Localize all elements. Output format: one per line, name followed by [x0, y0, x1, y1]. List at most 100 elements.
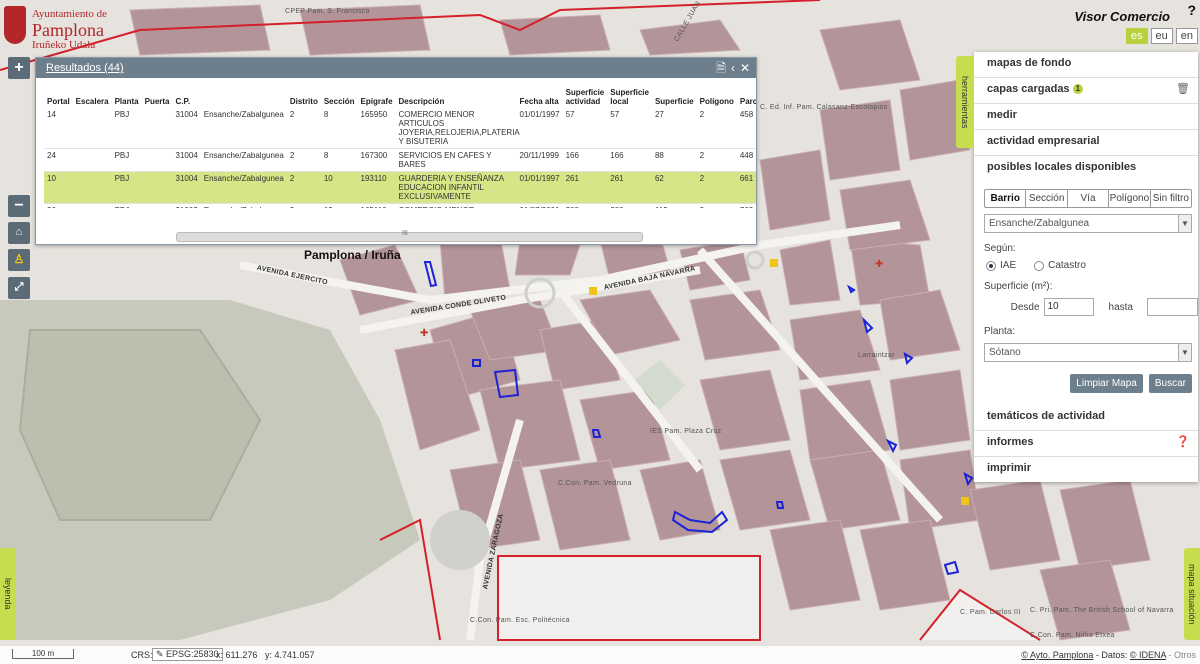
- column-header[interactable]: C.P.: [173, 78, 201, 108]
- section-actividad-empresarial[interactable]: actividad empresarial: [974, 130, 1198, 156]
- home-button[interactable]: ⌂: [8, 222, 30, 244]
- crs-value: EPSG:25830: [166, 649, 219, 659]
- table-row[interactable]: 36PBJ31003Ensanche/Zabalgunea212165110CO…: [44, 203, 756, 208]
- column-header[interactable]: Escalera: [73, 78, 112, 108]
- table-cell: [141, 148, 173, 172]
- table-row[interactable]: 10 PBJ 31004 Ensanche/Zabalgunea 2 10 193110 GU…: [44, 171, 756, 204]
- language-eu[interactable]: eu: [1150, 28, 1173, 44]
- section-mapas-de-fondo[interactable]: mapas de fondo: [974, 52, 1198, 78]
- herramientas-tab[interactable]: herramientas: [956, 56, 974, 148]
- search-button[interactable]: Buscar: [1148, 374, 1192, 393]
- desde-input[interactable]: 10: [1043, 298, 1095, 316]
- table-row[interactable]: 24 PBJ 31004 Ensanche/Zabalgunea 2 8 167300 SER…: [44, 148, 756, 172]
- section-informes[interactable]: informes ❓: [974, 431, 1198, 457]
- table-cell: 8: [320, 108, 358, 149]
- language-es[interactable]: es: [1125, 28, 1148, 44]
- table-cell: 2: [696, 108, 737, 149]
- table-cell: PBJ: [111, 171, 142, 204]
- barrio-select[interactable]: Ensanche/Zabalgunea ▼: [984, 214, 1192, 233]
- collapse-left-icon[interactable]: ‹: [731, 58, 735, 78]
- clear-map-button[interactable]: Limpiar Mapa: [1070, 374, 1143, 393]
- zoom-out-button[interactable]: −: [8, 195, 30, 217]
- column-header[interactable]: Descripción: [396, 78, 517, 108]
- horizontal-scrollbar[interactable]: III: [176, 230, 643, 242]
- column-header[interactable]: Superficie local: [607, 78, 652, 108]
- column-header[interactable]: [201, 78, 287, 108]
- table-header-row: Portal Escalera Planta Puerta C.P. Distrito Se…: [44, 78, 756, 108]
- attribution-otros[interactable]: - Otros: [1166, 650, 1196, 660]
- table-row[interactable]: 14 PBJ 31004 Ensanche/Zabalgunea 2 8 165950 COM…: [44, 108, 756, 149]
- poi-label-politecnica: C.Con. Pam. Esc. Politécnica: [470, 617, 570, 624]
- results-title[interactable]: Resultados (44): [46, 62, 124, 74]
- section-tematicos[interactable]: temáticos de actividad: [974, 405, 1198, 431]
- tab-sin-filtro[interactable]: Sin filtro: [1151, 190, 1191, 207]
- table-cell: Ensanche/Zabalgunea: [200, 171, 287, 204]
- leyenda-tab[interactable]: leyenda: [0, 548, 16, 640]
- filter-tabs: Barrio Sección Vía Polígono Sin filtro: [984, 189, 1192, 208]
- trash-icon[interactable]: 🗑: [1176, 78, 1190, 101]
- zoom-in-button[interactable]: +: [8, 57, 30, 79]
- column-header[interactable]: Fecha alta: [517, 78, 563, 108]
- tab-via[interactable]: Vía: [1068, 190, 1110, 207]
- planta-select[interactable]: Sótano ▼: [984, 343, 1192, 362]
- section-posibles-locales[interactable]: posibles locales disponibles: [974, 156, 1198, 181]
- column-header[interactable]: Distrito: [287, 78, 321, 108]
- column-header[interactable]: Parcela: [737, 78, 756, 108]
- table-cell: 57: [607, 108, 652, 149]
- table-cell: Ensanche/Zabalgunea: [200, 203, 287, 208]
- language-en[interactable]: en: [1175, 28, 1198, 44]
- source-radio-group: IAE Catastro: [986, 260, 1198, 271]
- column-header[interactable]: Polígono: [697, 78, 737, 108]
- city-logo[interactable]: Ayuntamiento de Pamplona Iruñeko Udala: [0, 0, 120, 54]
- mapa-situacion-tab[interactable]: mapa situación: [1184, 548, 1200, 640]
- radio-catastro-label: Catastro: [1048, 260, 1086, 271]
- section-medir[interactable]: medir: [974, 104, 1198, 130]
- column-header[interactable]: Sección: [321, 78, 358, 108]
- table-cell: 448: [736, 148, 756, 172]
- coat-of-arms-icon: [4, 6, 26, 44]
- poi-label-ies-plaza-cruz: IES Pam. Plaza Cruz: [650, 428, 722, 435]
- section-capas-cargadas[interactable]: capas cargadas 1 🗑: [974, 78, 1198, 104]
- table-cell: 10: [320, 171, 358, 204]
- hasta-input[interactable]: [1147, 298, 1198, 316]
- city-label: Pamplona / Iruña: [304, 248, 401, 262]
- table-cell: 2: [286, 108, 321, 149]
- table-cell: 2: [696, 203, 737, 208]
- section-informes-label: informes: [987, 436, 1034, 448]
- radio-iae[interactable]: IAE: [986, 260, 1016, 271]
- radio-catastro[interactable]: Catastro: [1034, 260, 1086, 271]
- logo-line-3: Iruñeko Udala: [32, 39, 96, 51]
- column-header[interactable]: Portal: [44, 78, 73, 108]
- table-cell: 115: [651, 203, 697, 208]
- attribution-ayto-link[interactable]: © Ayto. Pamplona: [1021, 650, 1093, 660]
- full-extent-button[interactable]: ⤢: [8, 277, 30, 299]
- app-title: Visor Comercio: [1074, 9, 1170, 24]
- column-header[interactable]: Superficie: [652, 78, 697, 108]
- column-header[interactable]: Epígrafe: [358, 78, 396, 108]
- tab-seccion[interactable]: Sección: [1026, 190, 1068, 207]
- section-imprimir[interactable]: imprimir: [974, 457, 1198, 482]
- attribution-idena-link[interactable]: © IDENA: [1130, 650, 1166, 660]
- column-header[interactable]: Planta: [112, 78, 142, 108]
- export-icon[interactable]: 🗎: [716, 58, 726, 78]
- close-icon[interactable]: ✕: [740, 58, 750, 78]
- results-table-wrapper[interactable]: Portal Escalera Planta Puerta C.P. Distrito Se…: [36, 78, 756, 208]
- table-cell: 2: [286, 148, 321, 172]
- results-panel: Resultados (44) 🗎 ‹ ✕ Portal Escalera Plan…: [35, 57, 757, 245]
- tab-poligono[interactable]: Polígono: [1109, 190, 1151, 207]
- column-header[interactable]: Puerta: [142, 78, 173, 108]
- table-cell: 20/11/1999: [516, 148, 563, 172]
- column-header[interactable]: Superficie actividad: [563, 78, 608, 108]
- tab-barrio[interactable]: Barrio: [985, 190, 1027, 207]
- table-cell: 01/01/1997: [516, 108, 563, 149]
- streetview-button[interactable]: ♙: [8, 249, 30, 271]
- table-cell: 288: [607, 203, 652, 208]
- info-icon[interactable]: ❓: [1176, 431, 1190, 454]
- logo-line-1: Ayuntamiento de: [32, 8, 108, 20]
- help-button[interactable]: ?: [1187, 2, 1196, 18]
- svg-text:✚: ✚: [875, 259, 883, 270]
- table-cell: [141, 171, 173, 204]
- poi-label-cpep: CPEP Pam. S. Francisco: [285, 8, 370, 15]
- crs-selector[interactable]: ✎ EPSG:25830: [152, 648, 223, 661]
- table-cell: PBJ: [111, 148, 142, 172]
